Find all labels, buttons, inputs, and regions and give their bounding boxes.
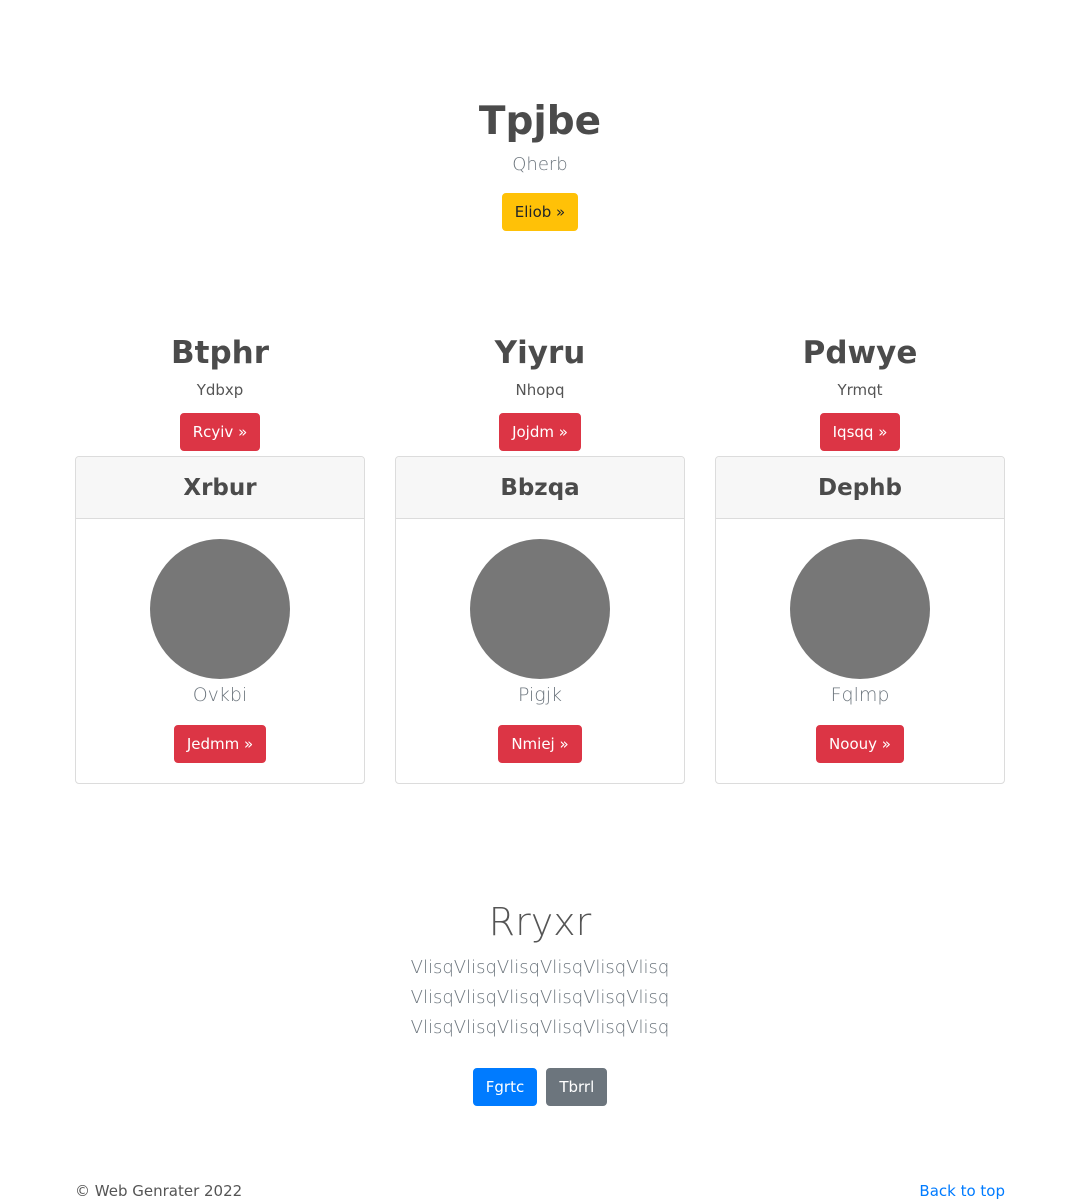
feature-text: Nhopq xyxy=(515,381,565,399)
card-text: Ovkbi xyxy=(192,684,248,706)
card-body: Fqlmp Noouy » xyxy=(716,519,1004,763)
card-header: Xrbur xyxy=(76,457,364,519)
card: Bbzqa Pigjk Nmiej » xyxy=(395,456,685,784)
secondary-button[interactable]: Tbrrl xyxy=(546,1068,608,1106)
avatar-image xyxy=(150,539,290,679)
card-body: Ovkbi Jedmm » xyxy=(76,519,364,763)
feature-button[interactable]: Rcyiv » xyxy=(179,413,261,451)
feature-button[interactable]: Iqsqq » xyxy=(819,413,901,451)
hero-title: Tpjbe xyxy=(478,99,602,144)
card-title: Bbzqa xyxy=(500,474,580,501)
card-header: Dephb xyxy=(716,457,1004,519)
primary-button[interactable]: Fgrtc xyxy=(472,1068,538,1106)
feature-title: Btphr xyxy=(171,335,269,371)
feature-button[interactable]: Jojdm » xyxy=(499,413,581,451)
feature-text: Yrmqt xyxy=(837,381,883,399)
card-body: Pigjk Nmiej » xyxy=(396,519,684,763)
feature-column: Pdwye Yrmqt Iqsqq » xyxy=(715,333,1005,451)
lead-section: Rryxr VlisqVlisqVlisqVlisqVlisqVlisq Vli… xyxy=(0,893,1080,1106)
feature-title: Yiyru xyxy=(494,335,586,371)
feature-title: Pdwye xyxy=(802,335,918,371)
footer-copyright: © Web Genrater 2022 xyxy=(75,1182,243,1200)
card-text: Pigjk xyxy=(517,684,562,706)
card-button[interactable]: Jedmm » xyxy=(173,725,267,763)
avatar-image xyxy=(470,539,610,679)
card: Xrbur Ovkbi Jedmm » xyxy=(75,456,365,784)
section-title: Rryxr xyxy=(488,900,592,944)
card-title: Xrbur xyxy=(183,474,257,501)
card-button[interactable]: Nmiej » xyxy=(498,725,582,763)
back-to-top-link[interactable]: Back to top xyxy=(919,1182,1005,1200)
footer: © Web Genrater 2022 Back to top xyxy=(75,1180,1005,1202)
card-title: Dephb xyxy=(818,474,902,501)
card-text: Fqlmp xyxy=(830,684,890,706)
card-button[interactable]: Noouy » xyxy=(816,725,904,763)
card-header: Bbzqa xyxy=(396,457,684,519)
avatar-image xyxy=(790,539,930,679)
feature-column: Yiyru Nhopq Jojdm » xyxy=(395,333,685,451)
hero-section: Tpjbe Qherb Eliob » xyxy=(0,96,1080,231)
hero-button[interactable]: Eliob » xyxy=(501,193,579,231)
hero-subtitle: Qherb xyxy=(512,154,568,175)
card: Dephb Fqlmp Noouy » xyxy=(715,456,1005,784)
card-row: Xrbur Ovkbi Jedmm » Bbzqa Pigjk Nmiej » … xyxy=(75,456,1005,784)
feature-column: Btphr Ydbxp Rcyiv » xyxy=(75,333,365,451)
section-text: VlisqVlisqVlisqVlisqVlisqVlisq VlisqVlis… xyxy=(410,957,670,1038)
feature-text: Ydbxp xyxy=(196,381,244,399)
feature-columns: Btphr Ydbxp Rcyiv » Yiyru Nhopq Jojdm » … xyxy=(75,333,1005,451)
